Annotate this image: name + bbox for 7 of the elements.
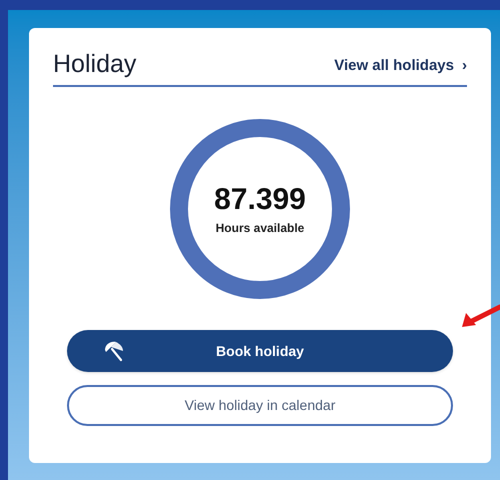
umbrella-icon (103, 340, 125, 362)
calendar-button[interactable]: View holiday in calendar (67, 385, 453, 426)
card-title: Holiday (53, 52, 136, 77)
hours-value: 87.399 (214, 182, 306, 218)
book-holiday-button[interactable]: Book holiday (67, 330, 453, 372)
view-all-link[interactable]: View all holidays › (334, 54, 467, 77)
hours-caption: Hours available (216, 220, 304, 237)
